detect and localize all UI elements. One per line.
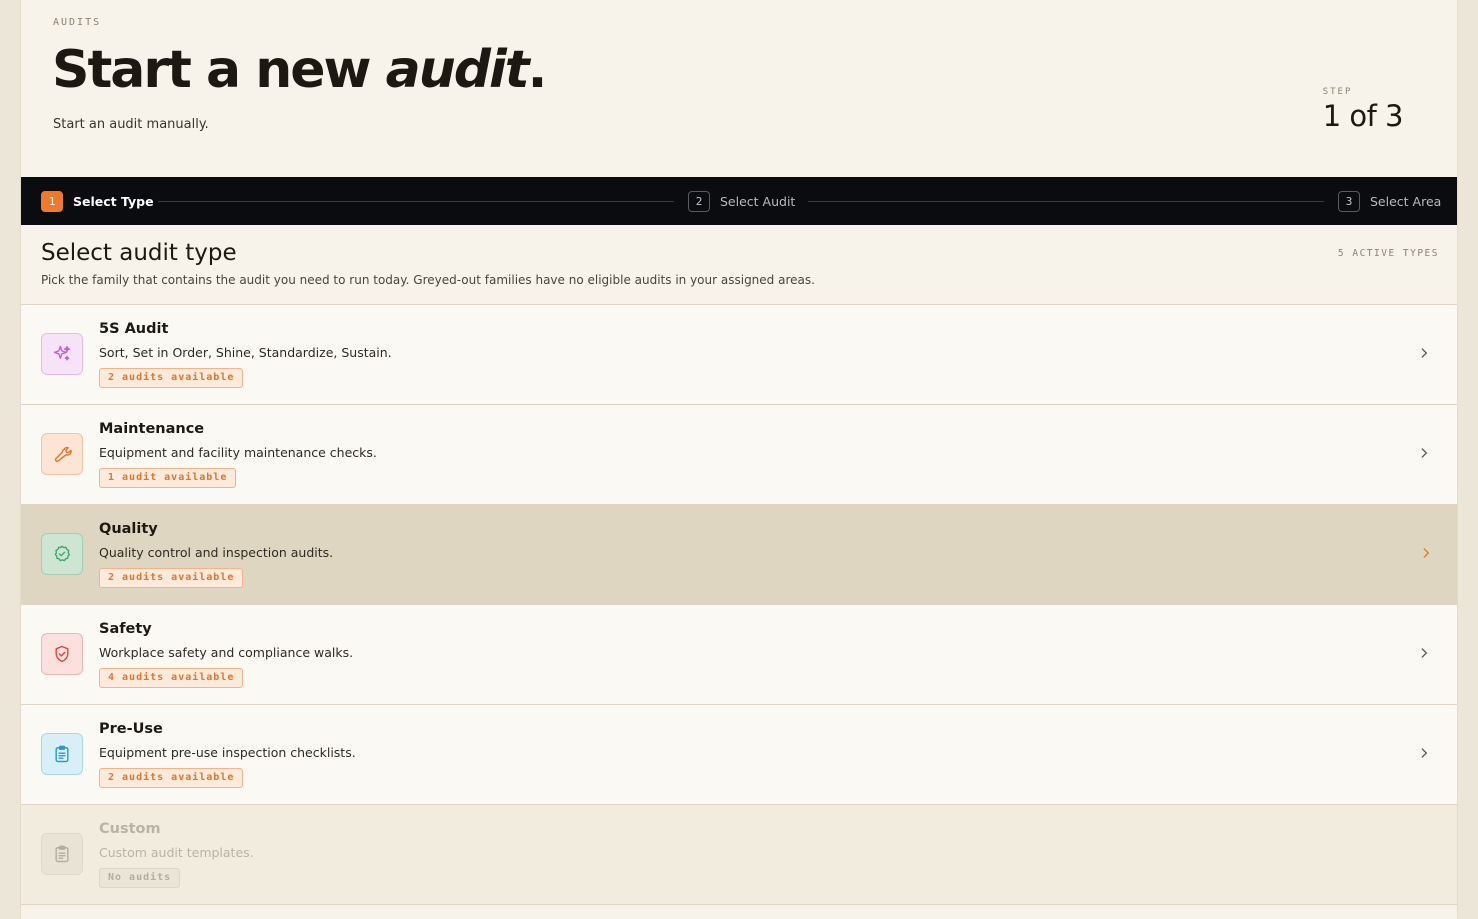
audit-type-description: Equipment pre-use inspection checklists.	[99, 745, 356, 760]
badge-check-icon	[41, 533, 83, 575]
stepper-step-select-audit[interactable]: 2 Select Audit	[688, 191, 795, 212]
audit-type-description: Sort, Set in Order, Shine, Standardize, …	[99, 345, 392, 360]
audit-type-row-safety[interactable]: Safety Workplace safety and compliance w…	[21, 605, 1457, 705]
section-title: Select audit type	[41, 240, 237, 266]
audit-type-description: Equipment and facility maintenance check…	[99, 445, 377, 460]
availability-badge: 1 audit available	[99, 468, 237, 488]
page-title: Start a new audit.	[52, 40, 548, 100]
audit-type-name: Pre-Use	[99, 721, 163, 737]
active-types-count: 5 ACTIVE TYPES	[1337, 248, 1439, 259]
step-value: 1 of 3	[1322, 99, 1404, 133]
audit-type-name: Quality	[99, 521, 158, 537]
audit-type-list: 5S Audit Sort, Set in Order, Shine, Stan…	[21, 305, 1457, 905]
chevron-right-icon	[1421, 448, 1428, 458]
step-label: STEP	[1322, 87, 1353, 97]
section-header: Select audit type Pick the family that c…	[21, 225, 1457, 305]
availability-badge: 2 audits available	[99, 368, 244, 388]
chevron-right-icon	[1423, 548, 1430, 558]
wrench-icon	[41, 433, 83, 475]
audit-type-row-5s[interactable]: 5S Audit Sort, Set in Order, Shine, Stan…	[21, 305, 1457, 405]
page-frame: AUDITS Start a new audit. Start an audit…	[20, 0, 1458, 919]
audit-type-row-quality[interactable]: Quality Quality control and inspection a…	[21, 505, 1457, 605]
audit-type-name: Safety	[99, 621, 152, 637]
availability-badge: No audits	[99, 868, 181, 888]
section-description: Pick the family that contains the audit …	[41, 273, 815, 287]
step-number: 2	[688, 191, 710, 212]
chevron-right-icon	[1421, 748, 1428, 758]
audit-type-description: Workplace safety and compliance walks.	[99, 645, 354, 660]
breadcrumb: AUDITS	[53, 17, 102, 28]
availability-badge: 4 audits available	[99, 668, 244, 688]
step-label: Select Area	[1370, 194, 1442, 209]
stepper-step-select-area[interactable]: 3 Select Area	[1338, 191, 1441, 212]
audit-type-row-maintenance[interactable]: Maintenance Equipment and facility maint…	[21, 405, 1457, 505]
audit-type-row-pre-use[interactable]: Pre-Use Equipment pre-use inspection che…	[21, 705, 1457, 805]
stepper-connector	[158, 201, 674, 202]
availability-badge: 2 audits available	[99, 568, 244, 588]
title-main: Start a new	[52, 40, 386, 100]
step-number: 1	[41, 191, 63, 212]
stepper-step-select-type[interactable]: 1 Select Type	[41, 191, 154, 212]
page-subtitle: Start an audit manually.	[53, 117, 209, 132]
step-number: 3	[1338, 191, 1360, 212]
title-emphasis: audit	[385, 40, 530, 100]
hero-header: AUDITS Start a new audit. Start an audit…	[21, 0, 1457, 177]
chevron-right-icon	[1421, 348, 1428, 358]
wizard-stepper: 1 Select Type 2 Select Audit 3 Select Ar…	[21, 177, 1457, 225]
audit-type-name: Maintenance	[99, 421, 205, 437]
shield-check-icon	[41, 633, 83, 675]
availability-badge: 2 audits available	[99, 768, 244, 788]
audit-type-name: 5S Audit	[99, 321, 169, 337]
title-end: .	[527, 40, 548, 100]
stepper-connector	[808, 201, 1324, 202]
clipboard-icon	[41, 833, 83, 875]
audit-type-description: Quality control and inspection audits.	[99, 545, 334, 560]
audit-type-description: Custom audit templates.	[99, 845, 254, 860]
audit-type-row-custom: Custom Custom audit templates. No audits	[21, 805, 1457, 905]
chevron-right-icon	[1421, 648, 1428, 658]
step-indicator: STEP 1 of 3	[1322, 87, 1404, 133]
clipboard-icon	[41, 733, 83, 775]
sparkles-icon	[41, 333, 83, 375]
step-label: Select Audit	[720, 194, 796, 209]
step-label: Select Type	[73, 194, 154, 209]
audit-type-name: Custom	[99, 821, 161, 837]
